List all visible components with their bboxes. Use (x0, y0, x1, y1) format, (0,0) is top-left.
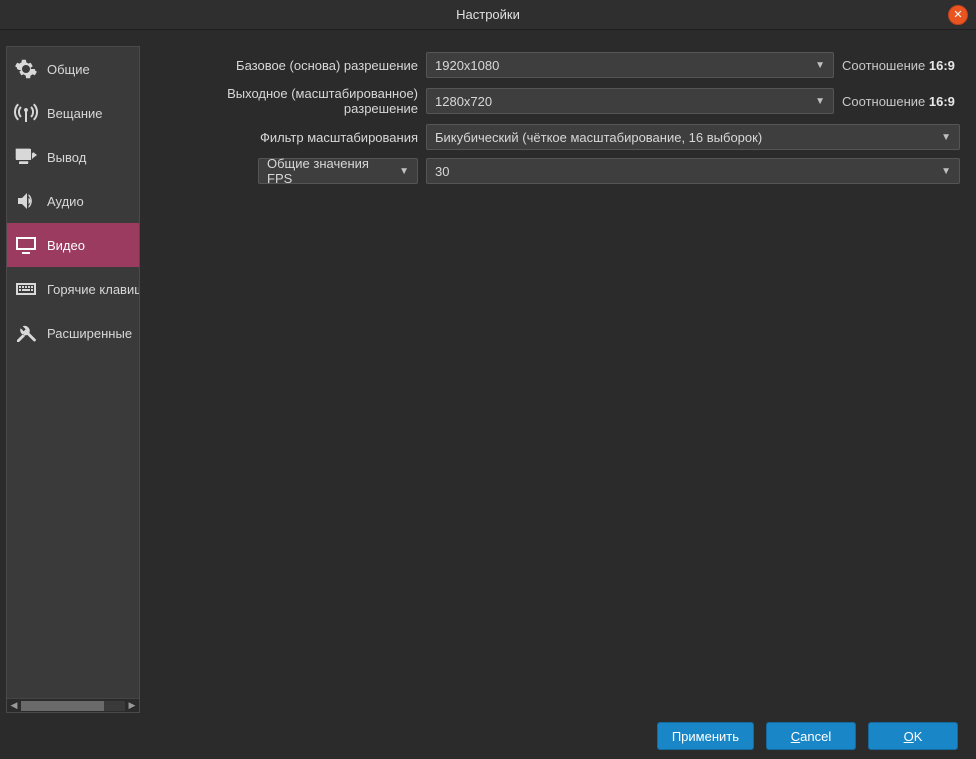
sidebar-item-hotkeys[interactable]: Горячие клавиши (7, 267, 139, 311)
combo-output-resolution[interactable]: 1280x720 ▼ (426, 88, 834, 114)
sidebar-item-label: Расширенные (47, 326, 132, 341)
aspect-output: Соотношение 16:9 (842, 94, 960, 109)
label-output-resolution: Выходное (масштабированное) разрешение (152, 86, 418, 116)
combo-value: 30 (435, 164, 449, 179)
sidebar-item-general[interactable]: Общие (7, 47, 139, 91)
antenna-icon (13, 100, 39, 126)
tools-icon (13, 320, 39, 346)
row-fps: Общие значения FPS ▼ 30 ▼ (152, 158, 960, 184)
label-base-resolution: Базовое (основа) разрешение (152, 58, 418, 73)
apply-button[interactable]: Применить (657, 722, 754, 750)
sidebar-item-output[interactable]: Вывод (7, 135, 139, 179)
cancel-button[interactable]: Cancel (766, 722, 856, 750)
combo-value: 1280x720 (435, 94, 492, 109)
main-panel: Базовое (основа) разрешение 1920x1080 ▼ … (152, 46, 960, 713)
speaker-icon (13, 188, 39, 214)
sidebar-item-label: Аудио (47, 194, 84, 209)
sidebar-item-audio[interactable]: Аудио (7, 179, 139, 223)
output-icon (13, 144, 39, 170)
sidebar-item-label: Вывод (47, 150, 86, 165)
sidebar-item-video[interactable]: Видео (7, 223, 139, 267)
combo-fps-mode[interactable]: Общие значения FPS ▼ (258, 158, 418, 184)
label-downscale-filter: Фильтр масштабирования (152, 130, 418, 145)
combo-base-resolution[interactable]: 1920x1080 ▼ (426, 52, 834, 78)
row-downscale-filter: Фильтр масштабирования Бикубический (чёт… (152, 124, 960, 150)
scrollbar-track[interactable] (21, 701, 125, 711)
chevron-down-icon: ▼ (815, 96, 825, 107)
sidebar-item-advanced[interactable]: Расширенные (7, 311, 139, 355)
row-output-resolution: Выходное (масштабированное) разрешение 1… (152, 86, 960, 116)
scroll-left-icon: ◀ (9, 701, 19, 711)
combo-value: Общие значения FPS (267, 156, 393, 186)
combo-downscale-filter[interactable]: Бикубический (чёткое масштабирование, 16… (426, 124, 960, 150)
close-button[interactable]: ✕ (948, 5, 968, 25)
monitor-icon (13, 232, 39, 258)
sidebar-item-label: Горячие клавиши (47, 282, 139, 297)
combo-fps-value[interactable]: 30 ▼ (426, 158, 960, 184)
titlebar: Настройки ✕ (0, 0, 976, 30)
ok-button[interactable]: OK (868, 722, 958, 750)
close-icon: ✕ (953, 10, 962, 21)
sidebar: Общие Вещание Вывод Аудио (6, 46, 140, 713)
sidebar-item-label: Видео (47, 238, 85, 253)
chevron-down-icon: ▼ (941, 166, 951, 177)
scroll-right-icon: ▶ (127, 701, 137, 711)
sidebar-horizontal-scrollbar[interactable]: ◀ ▶ (7, 698, 139, 712)
sidebar-list: Общие Вещание Вывод Аудио (7, 47, 139, 698)
combo-value: Бикубический (чёткое масштабирование, 16… (435, 130, 762, 145)
sidebar-item-label: Общие (47, 62, 90, 77)
chevron-down-icon: ▼ (399, 166, 409, 177)
scrollbar-thumb[interactable] (21, 701, 104, 711)
row-base-resolution: Базовое (основа) разрешение 1920x1080 ▼ … (152, 52, 960, 78)
footer: Применить Cancel OK (0, 713, 976, 759)
chevron-down-icon: ▼ (941, 132, 951, 143)
window-body: Общие Вещание Вывод Аудио (0, 30, 976, 713)
keyboard-icon (13, 276, 39, 302)
sidebar-item-label: Вещание (47, 106, 103, 121)
chevron-down-icon: ▼ (815, 60, 825, 71)
sidebar-item-stream[interactable]: Вещание (7, 91, 139, 135)
aspect-base: Соотношение 16:9 (842, 58, 960, 73)
window-title: Настройки (456, 7, 520, 22)
combo-value: 1920x1080 (435, 58, 499, 73)
gear-icon (13, 56, 39, 82)
